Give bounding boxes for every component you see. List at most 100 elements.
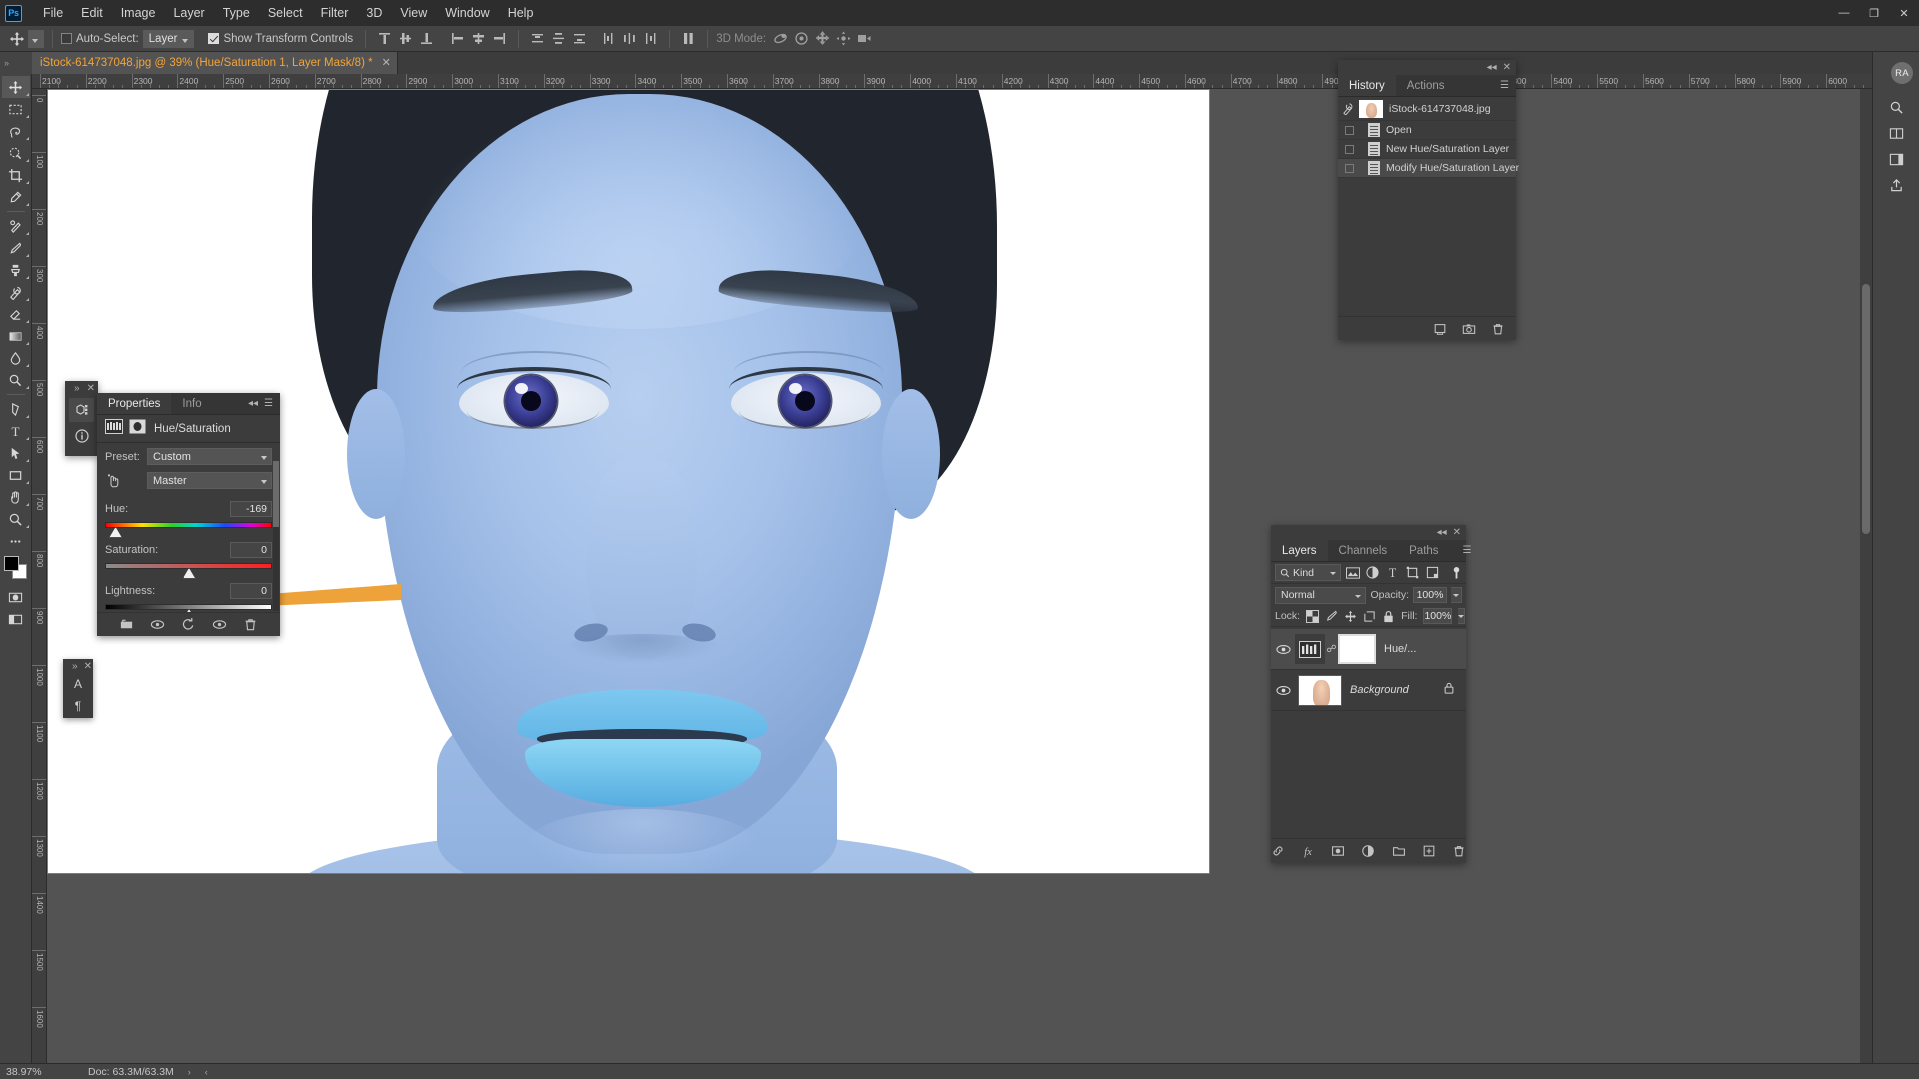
3d-roll-icon[interactable]	[793, 30, 810, 47]
spot-healing-brush-tool[interactable]	[2, 215, 30, 237]
tab-channels[interactable]: Channels	[1328, 540, 1399, 561]
edit-in-quick-mask-mode-button[interactable]	[2, 586, 30, 608]
saturation-slider[interactable]	[105, 563, 272, 569]
brush-tool[interactable]	[2, 237, 30, 259]
clip-to-layer-icon[interactable]	[118, 616, 135, 633]
toggle-layer-visibility-icon[interactable]	[149, 616, 166, 633]
properties-scroll-thumb[interactable]	[273, 461, 279, 527]
rectangle-tool[interactable]	[2, 464, 30, 486]
panel-menu-icon[interactable]: ☰	[1500, 80, 1509, 91]
auto-select-scope-dropdown[interactable]: Layer	[143, 30, 195, 48]
saturation-value-field[interactable]: 0	[230, 542, 272, 558]
foreground-color-swatch[interactable]	[4, 556, 19, 571]
filter-power-toggle-icon[interactable]	[1451, 564, 1462, 581]
layer-name[interactable]: Background	[1350, 684, 1409, 696]
layer-visibility-eye-icon[interactable]	[1271, 644, 1295, 655]
history-snapshot-row[interactable]: iStock-614737048.jpg	[1338, 97, 1516, 121]
delete-adjustment-icon[interactable]	[242, 616, 259, 633]
align-distribute-options-icon[interactable]	[680, 30, 697, 47]
history-brush-source-icon[interactable]	[1342, 102, 1355, 115]
tab-history[interactable]: History	[1338, 75, 1396, 96]
share-icon[interactable]	[1873, 172, 1919, 198]
layer-style-fx-icon[interactable]: fx	[1301, 843, 1315, 860]
blend-mode-dropdown[interactable]: Normal	[1275, 587, 1366, 604]
show-transform-controls-checkbox[interactable]	[208, 33, 219, 44]
history-state-toggle[interactable]	[1345, 126, 1354, 135]
new-group-icon[interactable]	[1392, 843, 1406, 860]
eraser-tool[interactable]	[2, 303, 30, 325]
menu-type[interactable]: Type	[214, 2, 259, 24]
channel-dropdown[interactable]: Master	[147, 472, 272, 489]
distribute-left-edges-icon[interactable]	[600, 30, 617, 47]
document-tab[interactable]: iStock-614737048.jpg @ 39% (Hue/Saturati…	[32, 52, 398, 74]
move-tool-icon[interactable]	[6, 29, 28, 49]
hand-tool[interactable]	[2, 486, 30, 508]
lock-artboard-nesting-icon[interactable]	[1363, 609, 1376, 623]
history-brush-tool[interactable]	[2, 281, 30, 303]
create-new-snapshot-icon[interactable]	[1460, 320, 1477, 337]
3d-slide-icon[interactable]	[835, 30, 852, 47]
layer-visibility-eye-icon[interactable]	[1271, 685, 1295, 696]
lock-image-pixels-icon[interactable]	[1325, 609, 1338, 623]
3d-zoom-camera-icon[interactable]	[856, 30, 873, 47]
history-state-row[interactable]: Open	[1338, 121, 1516, 140]
close-history-icon[interactable]: ✕	[1503, 62, 1511, 73]
filter-smart-object-icon[interactable]	[1424, 564, 1441, 581]
align-bottom-edges-icon[interactable]	[418, 30, 435, 47]
foreground-background-color-swatches[interactable]	[3, 556, 29, 580]
user-avatar[interactable]: RA	[1891, 62, 1913, 84]
preview-eye-icon[interactable]	[211, 616, 228, 633]
arrange-documents-icon[interactable]	[1873, 120, 1919, 146]
clone-stamp-tool[interactable]	[2, 259, 30, 281]
layer-row-adjustment[interactable]: ☍ Hue/...	[1271, 629, 1466, 670]
align-horizontal-centers-icon[interactable]	[470, 30, 487, 47]
add-layer-mask-icon[interactable]	[1331, 843, 1345, 860]
distribute-bottom-edges-icon[interactable]	[571, 30, 588, 47]
align-top-edges-icon[interactable]	[376, 30, 393, 47]
horizontal-type-tool[interactable]: T	[2, 420, 30, 442]
layer-mask-thumbnail[interactable]	[1338, 634, 1376, 664]
new-layer-icon[interactable]	[1422, 843, 1436, 860]
minimize-button[interactable]: —	[1829, 0, 1859, 26]
panel-menu-icon[interactable]: ☰	[1463, 545, 1472, 556]
history-state-row-selected[interactable]: Modify Hue/Saturation Layer	[1338, 159, 1516, 178]
3d-panel-icon[interactable]	[69, 398, 94, 422]
auto-select-checkbox[interactable]	[61, 33, 72, 44]
document-tab-close-icon[interactable]: ✕	[382, 58, 391, 69]
rectangular-marquee-tool[interactable]	[2, 98, 30, 120]
lightness-value-field[interactable]: 0	[230, 583, 272, 599]
move-tool[interactable]	[2, 76, 30, 98]
workspace-switcher-icon[interactable]	[1873, 146, 1919, 172]
tab-properties[interactable]: Properties	[97, 393, 171, 414]
tab-actions[interactable]: Actions	[1396, 75, 1456, 96]
menu-file[interactable]: File	[34, 2, 72, 24]
collapse-panel-icon[interactable]: ◂◂	[248, 398, 258, 409]
new-adjustment-layer-icon[interactable]	[1361, 843, 1375, 860]
hue-value-field[interactable]: -169	[230, 501, 272, 517]
search-icon[interactable]	[1873, 94, 1919, 120]
delete-layer-icon[interactable]	[1452, 843, 1466, 860]
close-dock-icon[interactable]: ✕	[87, 383, 95, 394]
close-layers-icon[interactable]: ✕	[1453, 527, 1461, 538]
filter-adjustment-icon[interactable]	[1364, 564, 1381, 581]
distribute-right-edges-icon[interactable]	[642, 30, 659, 47]
eyedropper-tool[interactable]	[2, 186, 30, 208]
blur-tool[interactable]	[2, 347, 30, 369]
menu-3d[interactable]: 3D	[357, 2, 391, 24]
menu-view[interactable]: View	[391, 2, 436, 24]
3d-orbit-icon[interactable]	[772, 30, 789, 47]
hue-slider[interactable]	[105, 522, 272, 528]
tab-paths[interactable]: Paths	[1398, 540, 1449, 561]
delete-state-icon[interactable]	[1489, 320, 1506, 337]
menu-layer[interactable]: Layer	[164, 2, 213, 24]
pen-tool[interactable]	[2, 398, 30, 420]
panel-menu-icon[interactable]: ☰	[264, 398, 273, 409]
maximize-button[interactable]: ❐	[1859, 0, 1889, 26]
hue-slider-thumb[interactable]	[109, 527, 122, 538]
saturation-slider-thumb[interactable]	[183, 568, 196, 579]
opacity-stepper[interactable]	[1451, 587, 1462, 603]
distribute-vertical-centers-icon[interactable]	[550, 30, 567, 47]
history-state-toggle[interactable]	[1345, 164, 1354, 173]
on-image-adjust-icon[interactable]	[105, 472, 147, 489]
distribute-top-edges-icon[interactable]	[529, 30, 546, 47]
